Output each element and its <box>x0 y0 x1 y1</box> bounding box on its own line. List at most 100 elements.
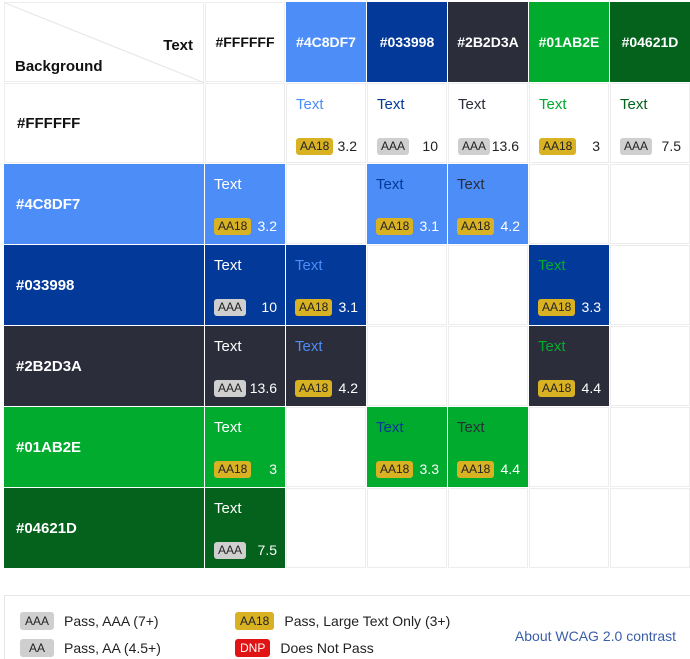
legend: AAA Pass, AAA (7+) AA Pass, AA (4.5+) AA… <box>4 595 690 659</box>
contrast-ratio: 3.1 <box>419 218 439 234</box>
rating-badge: AAA <box>214 299 247 316</box>
contrast-ratio: 4.4 <box>581 380 601 396</box>
empty-cell <box>286 164 366 244</box>
empty-cell <box>205 83 285 163</box>
sample-text: Text <box>376 419 404 436</box>
empty-cell <box>529 164 609 244</box>
empty-cell <box>529 488 609 568</box>
rating-badge: AA18 <box>296 138 334 155</box>
rating-badge: AAA <box>458 138 491 155</box>
sample-text: Text <box>457 419 485 436</box>
empty-cell <box>610 245 690 325</box>
legend-badge-aaa: AAA <box>20 612 55 630</box>
contrast-cell-ffffff-04621d: Text AAA 7.5 <box>610 83 690 163</box>
contrast-ratio: 10 <box>422 138 438 154</box>
contrast-ratio: 4.2 <box>500 218 520 234</box>
contrast-ratio: 13.6 <box>249 380 277 396</box>
contrast-cell-2b2d3a-ffffff: Text AAA 13.6 <box>205 326 285 406</box>
sample-text: Text <box>377 96 405 113</box>
sample-text: Text <box>539 96 567 113</box>
sample-text: Text <box>538 257 566 274</box>
legend-item-dnp: DNP Does Not Pass <box>235 639 374 657</box>
sample-text: Text <box>295 257 323 274</box>
contrast-cell-033998-01ab2e: Text AA18 3.3 <box>529 245 609 325</box>
sample-text: Text <box>296 96 324 113</box>
contrast-cell-01ab2e-ffffff: Text AA18 3 <box>205 407 285 487</box>
contrast-ratio: 7.5 <box>661 138 681 154</box>
empty-cell <box>448 326 528 406</box>
background-axis-label: Background <box>15 58 103 75</box>
sample-text: Text <box>214 419 242 436</box>
empty-cell <box>367 488 447 568</box>
contrast-ratio: 10 <box>261 299 277 315</box>
empty-cell <box>610 164 690 244</box>
column-header-033998: #033998 <box>367 2 447 82</box>
sample-text: Text <box>214 500 242 517</box>
legend-label-aa18: Pass, Large Text Only (3+) <box>284 613 451 629</box>
row-header-04621d: #04621D <box>4 488 204 568</box>
contrast-cell-2b2d3a-01ab2e: Text AA18 4.4 <box>529 326 609 406</box>
empty-cell <box>367 245 447 325</box>
contrast-cell-01ab2e-2b2d3a: Text AA18 4.4 <box>448 407 528 487</box>
legend-item-aa18: AA18 Pass, Large Text Only (3+) <box>235 612 450 630</box>
rating-badge: AA18 <box>538 299 576 316</box>
contrast-ratio: 3.3 <box>581 299 601 315</box>
contrast-ratio: 3.3 <box>419 461 439 477</box>
contrast-ratio: 3.2 <box>337 138 357 154</box>
sample-text: Text <box>214 176 242 193</box>
contrast-cell-ffffff-4c8df7: Text AA18 3.2 <box>286 83 366 163</box>
contrast-ratio: 3 <box>592 138 600 154</box>
rating-badge: AA18 <box>376 461 414 478</box>
contrast-ratio: 7.5 <box>257 542 277 558</box>
rating-badge: AA18 <box>214 461 252 478</box>
about-wcag-link[interactable]: About WCAG 2.0 contrast <box>515 628 676 644</box>
contrast-ratio: 13.6 <box>491 138 519 154</box>
sample-text: Text <box>538 338 566 355</box>
rating-badge: AAA <box>214 542 247 559</box>
rating-badge: AA18 <box>295 380 333 397</box>
contrast-cell-ffffff-01ab2e: Text AA18 3 <box>529 83 609 163</box>
empty-cell <box>367 326 447 406</box>
empty-cell <box>610 488 690 568</box>
rating-badge: AAA <box>214 380 247 397</box>
row-header-ffffff: #FFFFFF <box>4 83 204 163</box>
legend-badge-dnp: DNP <box>235 639 271 657</box>
rating-badge: AA18 <box>457 218 495 235</box>
contrast-cell-4c8df7-ffffff: Text AA18 3.2 <box>205 164 285 244</box>
sample-text: Text <box>295 338 323 355</box>
legend-label-aaa: Pass, AAA (7+) <box>64 613 159 629</box>
row-header-2b2d3a: #2B2D3A <box>4 326 204 406</box>
rating-badge: AA18 <box>214 218 252 235</box>
row-header-4c8df7: #4C8DF7 <box>4 164 204 244</box>
contrast-cell-4c8df7-2b2d3a: Text AA18 4.2 <box>448 164 528 244</box>
column-header-04621d: #04621D <box>610 2 690 82</box>
legend-item-aa: AA Pass, AA (4.5+) <box>20 639 161 657</box>
legend-badge-aa: AA <box>20 639 54 657</box>
contrast-ratio: 3.1 <box>338 299 358 315</box>
corner-header: Text Background <box>4 2 205 83</box>
empty-cell <box>610 407 690 487</box>
sample-text: Text <box>458 96 486 113</box>
sample-text: Text <box>457 176 485 193</box>
empty-cell <box>529 407 609 487</box>
contrast-ratio: 4.2 <box>338 380 358 396</box>
empty-cell <box>448 488 528 568</box>
rating-badge: AA18 <box>538 380 576 397</box>
contrast-cell-01ab2e-033998: Text AA18 3.3 <box>367 407 447 487</box>
rating-badge: AA18 <box>457 461 495 478</box>
sample-text: Text <box>214 338 242 355</box>
contrast-cell-ffffff-2b2d3a: Text AAA 13.6 <box>448 83 528 163</box>
column-header-ffffff: #FFFFFF <box>205 2 285 82</box>
column-header-01ab2e: #01AB2E <box>529 2 609 82</box>
sample-text: Text <box>620 96 648 113</box>
contrast-cell-ffffff-033998: Text AAA 10 <box>367 83 447 163</box>
contrast-cell-033998-ffffff: Text AAA 10 <box>205 245 285 325</box>
contrast-cell-4c8df7-033998: Text AA18 3.1 <box>367 164 447 244</box>
contrast-ratio: 3.2 <box>257 218 277 234</box>
sample-text: Text <box>376 176 404 193</box>
rating-badge: AA18 <box>376 218 414 235</box>
legend-badge-aa18: AA18 <box>235 612 275 630</box>
text-axis-label: Text <box>163 37 193 54</box>
empty-cell <box>286 488 366 568</box>
legend-label-dnp: Does Not Pass <box>280 640 374 656</box>
